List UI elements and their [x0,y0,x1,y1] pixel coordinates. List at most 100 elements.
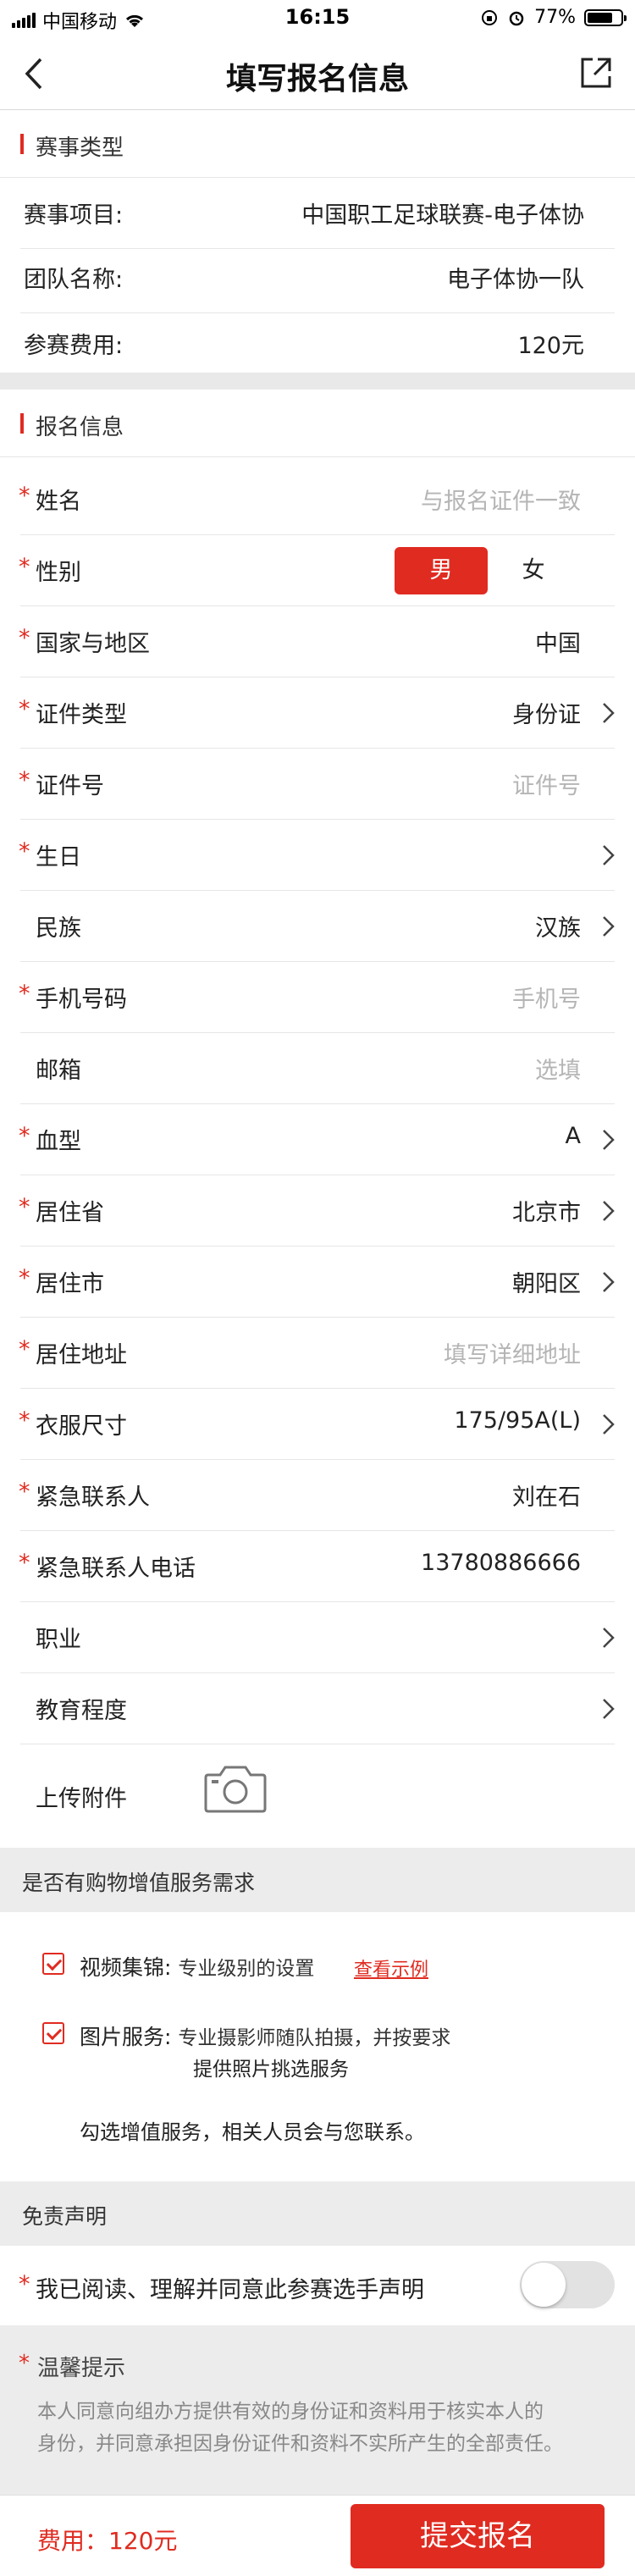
disclaimer-row: * 我已阅读、理解并同意此参赛选手声明 [0,2246,635,2325]
city-value: 朝阳区 [512,1271,581,1297]
footer-bar: 费用：120元 提交报名 [0,2495,635,2576]
status-bar: 中国移动 16:15 77% [0,0,635,37]
camera-icon[interactable] [203,1763,268,1814]
address-input[interactable]: 填写详细地址 [444,1336,581,1369]
province-value: 北京市 [512,1200,581,1226]
gender-row: * 性别 男 女 [0,535,635,606]
disclaimer-header: 免责声明 [0,2181,635,2246]
emergency-contact-row[interactable]: * 紧急联系人 刘在石 [0,1460,635,1531]
submit-button[interactable]: 提交报名 [351,2504,605,2568]
phone-row[interactable]: * 手机号码 手机号 [0,962,635,1033]
page-title: 填写报名信息 [225,62,409,97]
photo-service-desc-1: 专业摄影师随队拍摄，并按要求 [178,2027,451,2049]
fee-row: 参赛费用: 120元 [0,308,635,379]
occupation-row[interactable]: 职业 [0,1602,635,1673]
id-number-input[interactable]: 证件号 [512,767,581,800]
row-value: 电子体协一队 [447,267,584,293]
chevron-right-icon [603,1414,615,1434]
address-row[interactable]: * 居住地址 填写详细地址 [0,1318,635,1389]
required-mark: * [19,696,30,722]
education-label: 教育程度 [36,1698,127,1724]
tip-line-2: 身份，并同意承担因身份证件和资料不实所产生的全部责任。 [37,2433,563,2455]
row-value: 中国职工足球联赛-电子体协 [301,202,584,229]
emergency-phone-input[interactable]: 13780886666 [421,1550,581,1576]
section-accent-bar [20,413,24,434]
required-mark: * [19,1194,30,1220]
id-type-label: 证件类型 [36,702,127,728]
attachment-label: 上传附件 [36,1786,127,1812]
name-row[interactable]: * 姓名 与报名证件一致 [0,464,635,535]
email-input[interactable]: 选填 [535,1052,581,1085]
event-section-header: 赛事类型 [0,110,635,178]
required-mark: * [19,1407,30,1434]
id-number-label: 证件号 [36,773,104,799]
phone-input[interactable]: 手机号 [512,981,581,1014]
total-fee: 费用：120元 [37,2527,178,2555]
required-mark: * [19,981,30,1007]
id-number-row[interactable]: * 证件号 证件号 [0,749,635,820]
required-mark: * [19,838,30,865]
birthday-row[interactable]: * 生日 [0,820,635,891]
clothing-size-value: 175/95A(L) [454,1407,581,1434]
chevron-right-icon [603,1130,615,1150]
share-external-icon[interactable] [579,56,613,90]
nav-bar: 填写报名信息 [0,37,635,110]
blood-type-row[interactable]: * 血型 A [0,1104,635,1175]
id-type-row[interactable]: * 证件类型 身份证 [0,677,635,749]
required-mark: * [19,767,30,793]
emergency-phone-row[interactable]: * 紧急联系人电话 13780886666 [0,1531,635,1602]
email-row[interactable]: 邮箱 选填 [0,1033,635,1104]
province-label: 居住省 [36,1200,104,1226]
chevron-right-icon [603,1201,615,1221]
value-added-note: 勾选增值服务，相关人员会与您联系。 [80,2120,425,2144]
birthday-label: 生日 [36,844,81,871]
disclaimer-agree-toggle[interactable] [520,2261,615,2308]
blood-type-value: A [565,1123,581,1149]
section-title: 赛事类型 [36,135,124,161]
gender-option-male[interactable]: 男 [395,547,488,594]
required-mark: * [19,1550,30,1576]
section-divider [0,373,635,390]
education-row[interactable]: 教育程度 [0,1673,635,1744]
chevron-right-icon [603,845,615,865]
clothing-size-row[interactable]: * 衣服尺寸 175/95A(L) [0,1389,635,1460]
disclaimer-agree-label: 我已阅读、理解并同意此参赛选手声明 [36,2277,424,2303]
photo-service-desc-2: 提供照片挑选服务 [193,2059,349,2081]
team-name-row: 团队名称: 电子体协一队 [0,242,635,313]
video-service-checkbox[interactable] [42,1953,64,1975]
province-row[interactable]: * 居住省 北京市 [0,1175,635,1247]
disclaimer-title: 免责声明 [22,2204,108,2229]
row-label: 团队名称: [24,267,124,293]
phone-label: 手机号码 [36,987,127,1013]
required-mark: * [19,2271,30,2297]
row-label: 赛事项目: [24,202,124,229]
attachment-row: 上传附件 [0,1744,635,1848]
photo-service-key: 图片服务: [80,2025,172,2049]
emergency-phone-label: 紧急联系人电话 [36,1556,196,1582]
value-added-panel: 视频集锦: 专业级别的设置 查看示例 图片服务: 专业摄影师随队拍摄，并按要求 … [0,1912,635,2181]
required-mark: * [19,1336,30,1363]
video-service-key: 视频集锦: [80,1955,172,1980]
ethnicity-row[interactable]: 民族 汉族 [0,891,635,962]
country-row[interactable]: * 国家与地区 中国 [0,606,635,677]
view-example-link[interactable]: 查看示例 [354,1954,428,1982]
country-label: 国家与地区 [36,631,150,657]
emergency-contact-label: 紧急联系人 [36,1484,150,1511]
city-row[interactable]: * 居住市 朝阳区 [0,1247,635,1318]
gender-option-female[interactable]: 女 [500,547,567,594]
emergency-contact-input[interactable]: 刘在石 [512,1479,581,1512]
gender-label: 性别 [36,560,81,586]
address-label: 居住地址 [36,1342,127,1368]
chevron-right-icon [603,1272,615,1292]
orientation-lock-icon [482,9,498,25]
value-added-header: 是否有购物增值服务需求 [0,1848,635,1912]
row-value: 120元 [517,333,584,359]
section-accent-bar [20,134,24,154]
alarm-icon [509,11,524,25]
name-input[interactable]: 与报名证件一致 [421,483,581,516]
battery-icon [584,8,627,26]
id-type-value: 身份证 [512,702,581,728]
photo-service-checkbox[interactable] [42,2022,64,2044]
email-label: 邮箱 [36,1058,81,1084]
name-label: 姓名 [36,489,81,515]
